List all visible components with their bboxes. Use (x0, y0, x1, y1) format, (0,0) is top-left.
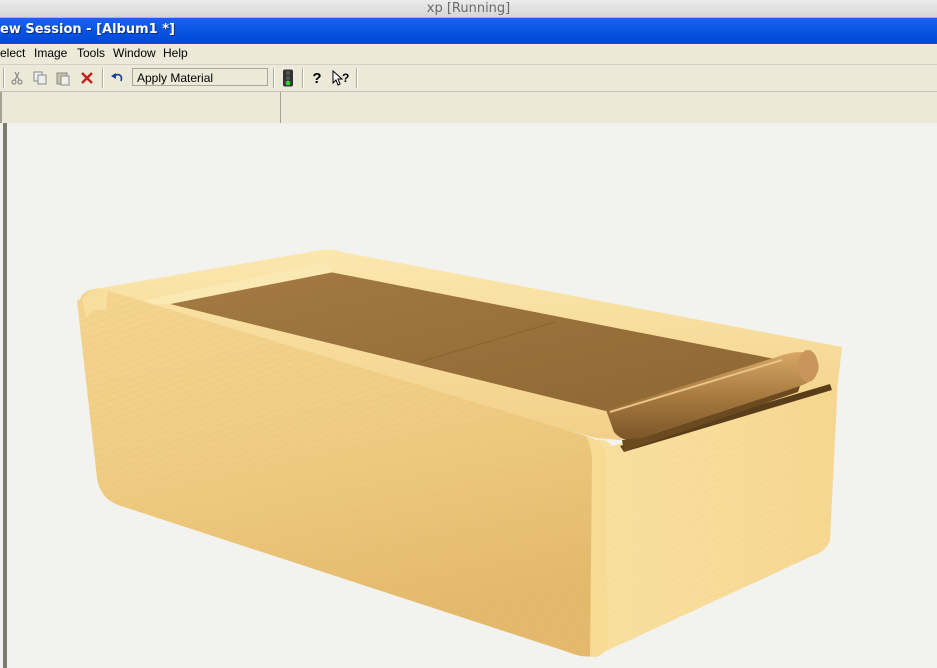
menu-window[interactable]: Window (113, 46, 156, 60)
undo-icon[interactable] (109, 69, 125, 87)
toolbar-separator (302, 68, 304, 88)
paste-icon[interactable] (55, 69, 71, 87)
help-icon[interactable]: ? (310, 69, 324, 87)
delete-icon[interactable] (79, 69, 95, 87)
scissors-icon[interactable] (10, 69, 24, 87)
viewport-left-border (3, 123, 7, 668)
host-title: xp [Running] (426, 1, 511, 16)
menu-image[interactable]: Image (34, 46, 67, 60)
window-titlebar[interactable]: ew Session - [Album1 *] (0, 18, 937, 44)
toolbar-separator (273, 68, 275, 88)
menu-tools[interactable]: Tools (77, 46, 105, 60)
wooden-box-render (77, 249, 842, 657)
menu-select[interactable]: elect (0, 46, 25, 60)
host-titlebar: xp [Running] (0, 0, 937, 18)
window-title: ew Session - [Album1 *] (0, 22, 175, 37)
toolbar-separator (3, 68, 5, 88)
context-help-icon[interactable]: ? (331, 69, 351, 87)
menubar: elect Image Tools Window Help (0, 44, 937, 65)
apply-material-field[interactable]: Apply Material (132, 68, 268, 86)
secondary-toolbar (0, 92, 937, 124)
svg-text:?: ? (342, 71, 349, 85)
subbar-left-edge (0, 92, 2, 123)
toolbar-separator (356, 68, 358, 88)
3d-viewport[interactable] (0, 123, 937, 668)
copy-icon[interactable] (32, 69, 48, 87)
subbar-divider (280, 92, 281, 123)
menu-help[interactable]: Help (163, 46, 188, 60)
traffic-light-icon[interactable] (281, 69, 295, 87)
toolbar-separator (102, 68, 104, 88)
